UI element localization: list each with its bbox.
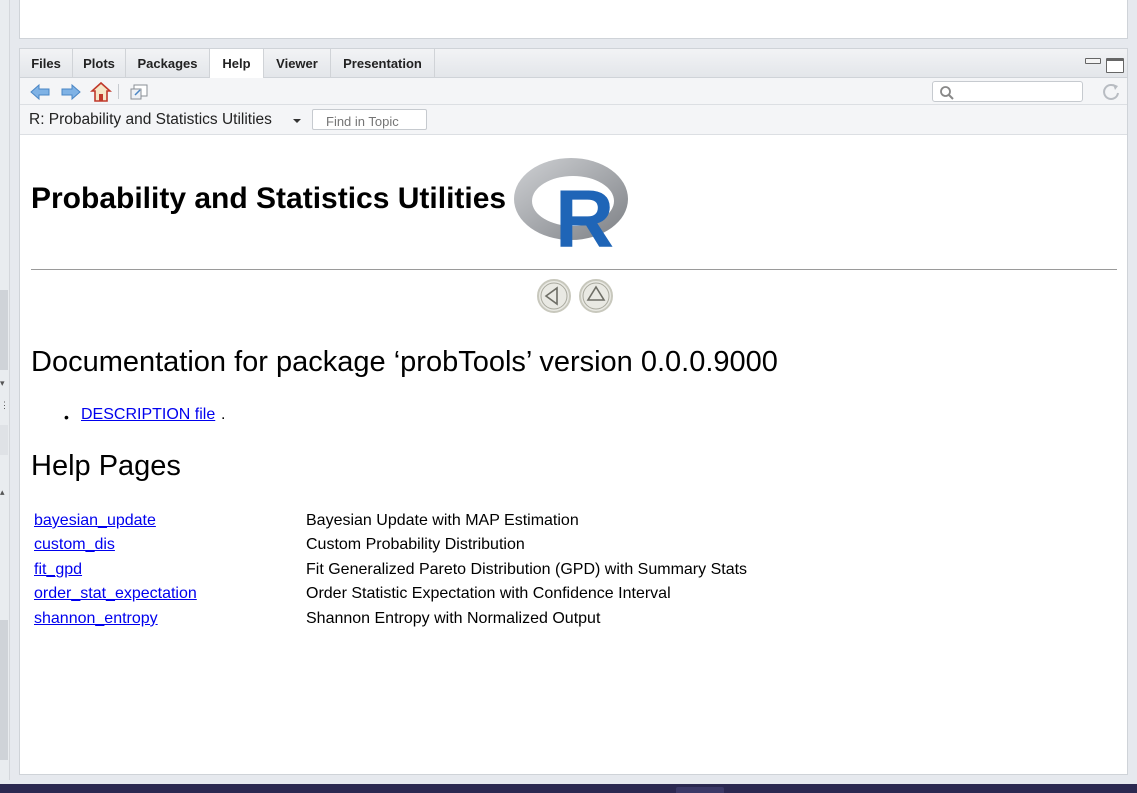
find-in-topic-input[interactable] <box>312 109 427 130</box>
adjacent-pane-edge: ▾ ⋮ ▴ <box>0 0 10 780</box>
help-content: Probability and Statistics Utilities R D… <box>20 136 1127 774</box>
help-toolbar <box>20 78 1127 105</box>
r-logo-letter: R <box>555 174 614 251</box>
tab-files[interactable]: Files <box>20 49 73 78</box>
help-page-title: Order Statistic Expectation with Confide… <box>306 585 671 602</box>
more-icon[interactable]: ⋮ <box>0 400 9 411</box>
description-file-link[interactable]: DESCRIPTION file <box>81 406 215 424</box>
help-page-link[interactable]: order_stat_expectation <box>34 585 197 603</box>
tab-plots[interactable]: Plots <box>73 49 126 78</box>
minimize-pane-button[interactable] <box>1085 58 1101 64</box>
tab-presentation[interactable]: Presentation <box>331 49 435 78</box>
up-index-icon[interactable] <box>578 278 614 314</box>
refresh-icon[interactable] <box>1100 81 1122 103</box>
chevron-down-icon[interactable] <box>293 119 301 123</box>
upper-pane <box>19 0 1128 39</box>
popout-window-icon[interactable] <box>128 81 150 103</box>
doc-title: Probability and Statistics Utilities <box>31 182 507 215</box>
bullet-icon: • <box>64 409 69 425</box>
r-logo: R <box>514 158 628 251</box>
help-pane: Files Plots Packages Help Viewer Present… <box>19 48 1128 775</box>
tab-help[interactable]: Help <box>209 49 264 79</box>
taskbar-edge <box>0 784 1137 793</box>
toolbar-divider <box>118 84 119 99</box>
package-heading: Documentation for package ‘probTools’ ve… <box>31 346 778 378</box>
topic-bar: R: Probability and Statistics Utilities <box>20 105 1127 135</box>
tab-packages[interactable]: Packages <box>126 49 210 78</box>
scrollbar-segment[interactable] <box>0 425 8 455</box>
chevron-up-icon[interactable]: ▴ <box>0 487 5 498</box>
help-search-input[interactable] <box>959 84 1079 99</box>
help-page-title: Shannon Entropy with Normalized Output <box>306 610 601 627</box>
tab-viewer[interactable]: Viewer <box>264 49 331 78</box>
previous-page-icon[interactable] <box>536 278 572 314</box>
home-icon[interactable] <box>90 81 112 103</box>
help-page-link[interactable]: bayesian_update <box>34 512 156 530</box>
help-page-title: Bayesian Update with MAP Estimation <box>306 512 579 529</box>
back-arrow-icon[interactable] <box>29 81 51 103</box>
help-page-title: Fit Generalized Pareto Distribution (GPD… <box>306 561 748 578</box>
scrollbar-segment[interactable] <box>0 620 8 760</box>
help-page-link[interactable]: fit_gpd <box>34 561 82 579</box>
search-icon <box>940 86 954 100</box>
divider <box>31 269 1117 270</box>
forward-arrow-icon[interactable] <box>60 81 82 103</box>
help-page-link[interactable]: shannon_entropy <box>34 610 158 628</box>
chevron-down-icon[interactable]: ▾ <box>0 378 5 389</box>
help-pages-heading: Help Pages <box>31 450 181 482</box>
help-page-link[interactable]: custom_dis <box>34 536 115 554</box>
scrollbar-segment[interactable] <box>0 290 8 370</box>
maximize-pane-button[interactable] <box>1106 58 1124 73</box>
description-suffix: . <box>221 406 226 423</box>
help-search-field[interactable] <box>932 81 1083 102</box>
tab-bar: Files Plots Packages Help Viewer Present… <box>20 49 1127 79</box>
topic-dropdown[interactable]: R: Probability and Statistics Utilities <box>29 111 272 129</box>
taskbar-item[interactable] <box>676 787 724 793</box>
help-page-title: Custom Probability Distribution <box>306 536 525 553</box>
